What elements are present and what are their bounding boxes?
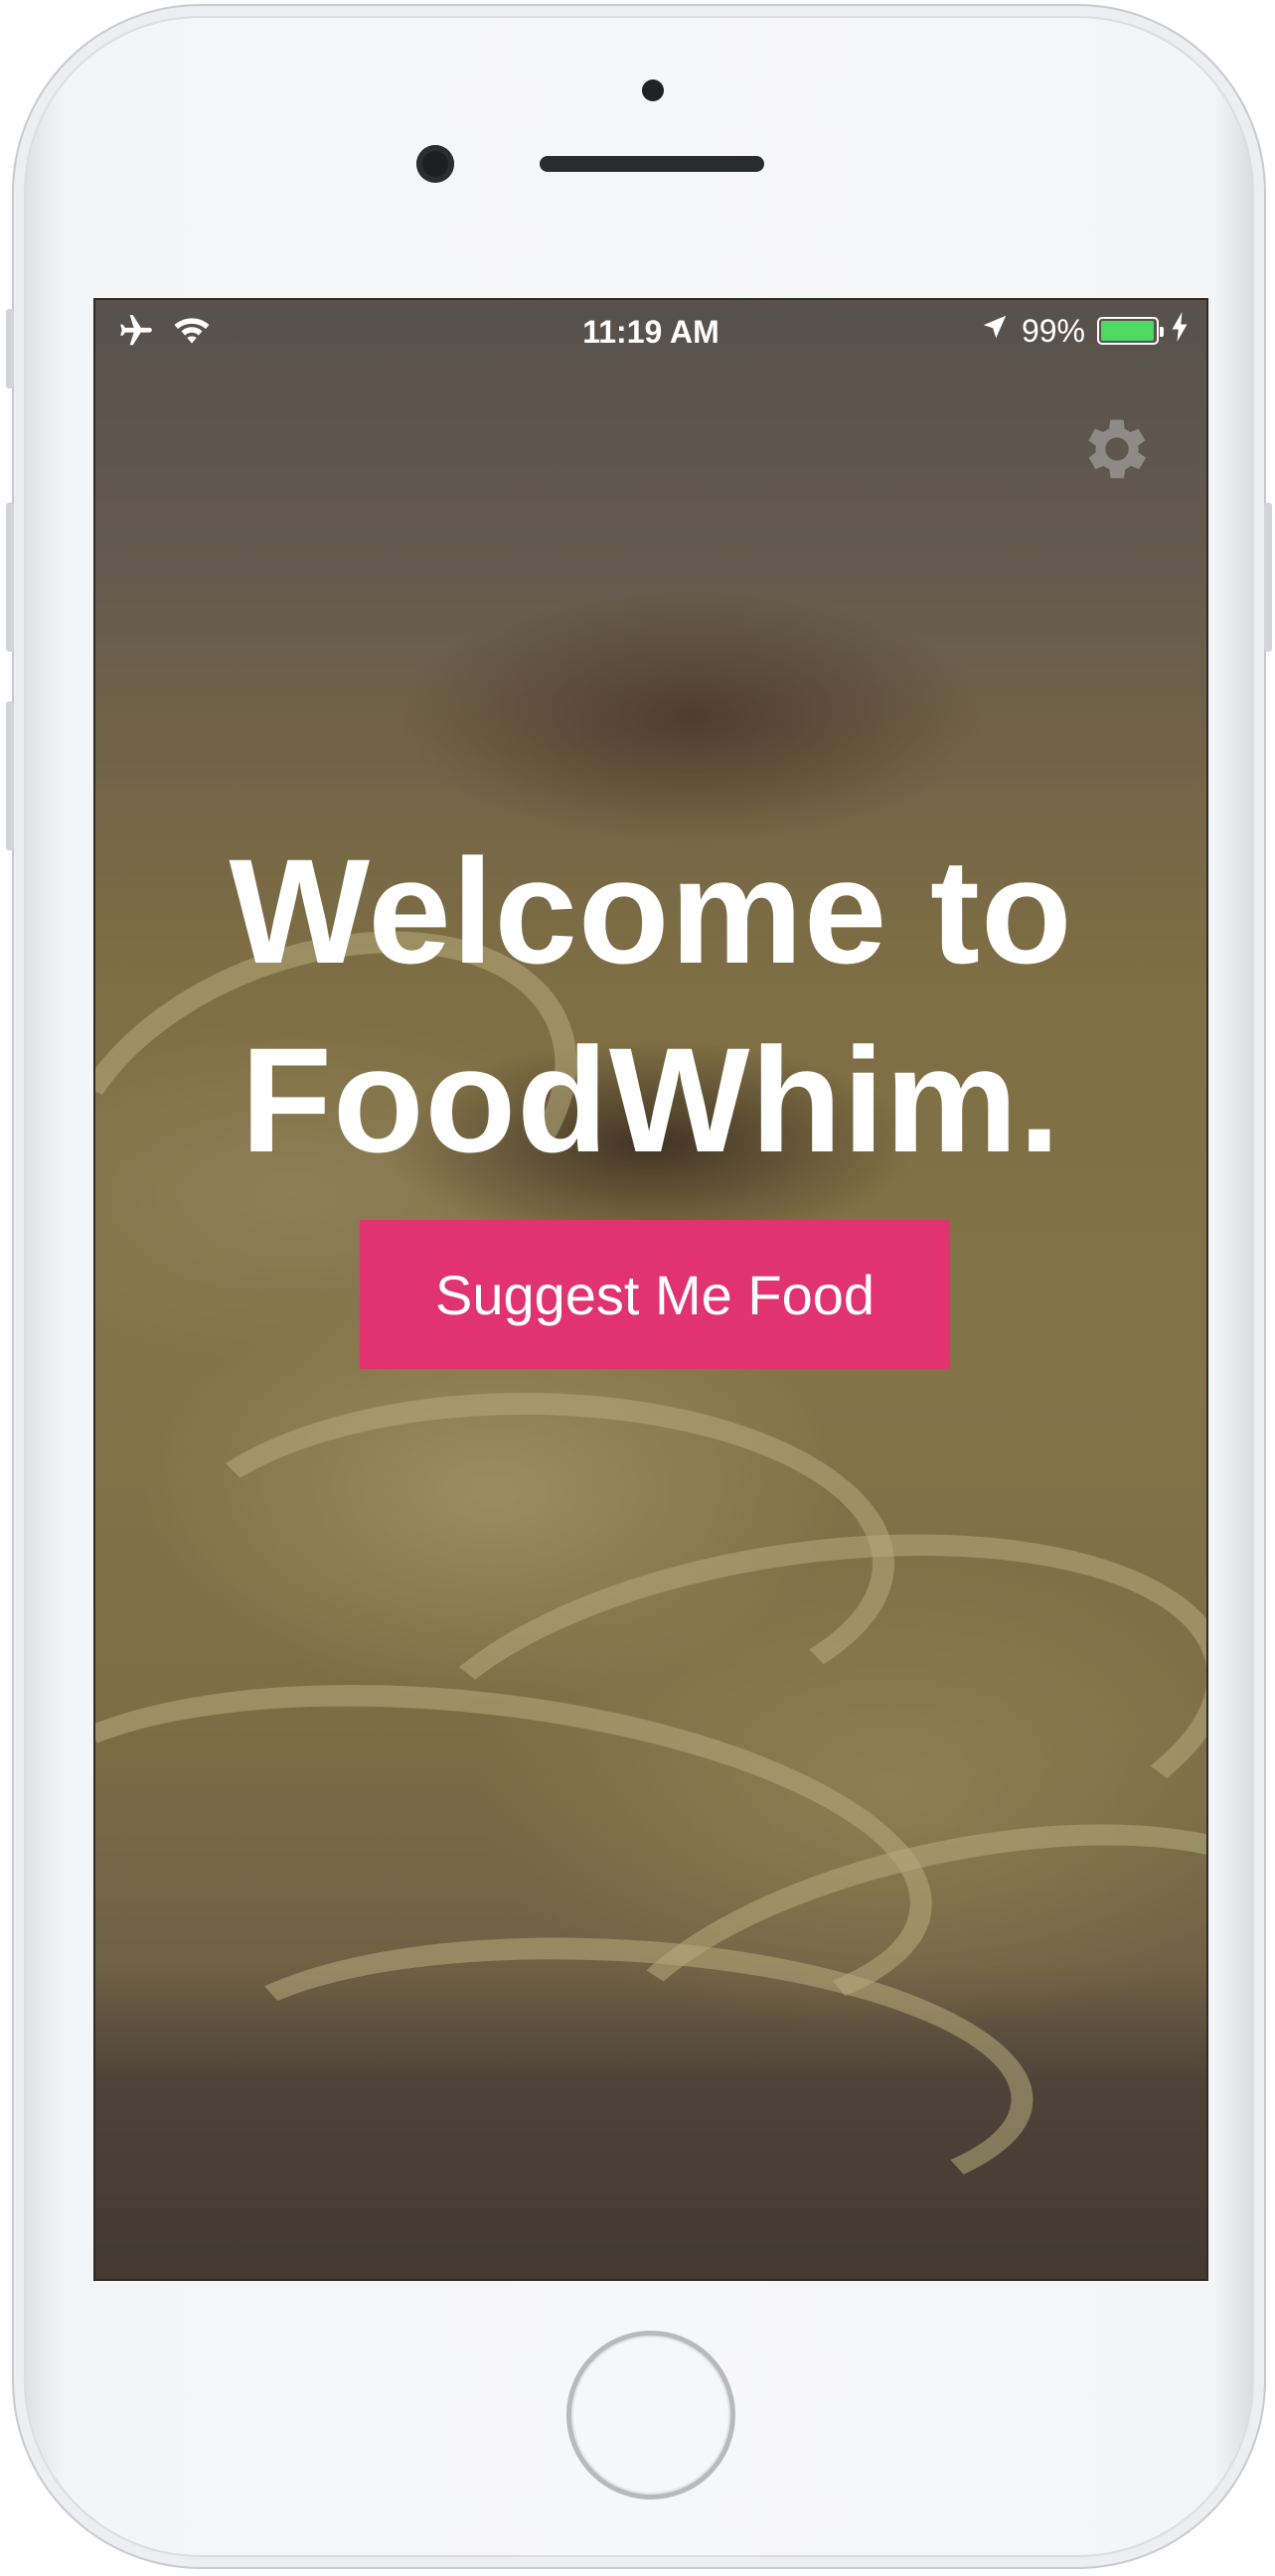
location-arrow-icon — [980, 312, 1010, 350]
front-camera — [416, 145, 454, 183]
gear-icon[interactable] — [1077, 409, 1157, 489]
welcome-line-2: FoodWhim. — [240, 1016, 1061, 1183]
charging-bolt-icon — [1171, 312, 1189, 350]
proximity-sensor — [642, 79, 664, 101]
volume-down-button — [6, 701, 14, 850]
home-button[interactable] — [566, 2331, 735, 2500]
power-button — [1264, 503, 1272, 652]
suggest-food-button[interactable]: Suggest Me Food — [360, 1220, 950, 1369]
status-bar: 11:19 AM 99% — [95, 300, 1206, 362]
earpiece-speaker — [540, 156, 764, 172]
phone-frame: 11:19 AM 99% Welcome to FoodWhim. Sugges… — [6, 4, 1272, 2569]
battery-level-fill — [1101, 321, 1155, 341]
app-screen: 11:19 AM 99% Welcome to FoodWhim. Sugges… — [93, 298, 1208, 2281]
mute-switch — [6, 309, 14, 388]
battery-percent: 99% — [1021, 312, 1085, 349]
battery-icon — [1097, 317, 1164, 345]
welcome-heading: Welcome to FoodWhim. — [95, 817, 1206, 1194]
volume-up-button — [6, 503, 14, 652]
welcome-line-1: Welcome to — [229, 828, 1073, 994]
